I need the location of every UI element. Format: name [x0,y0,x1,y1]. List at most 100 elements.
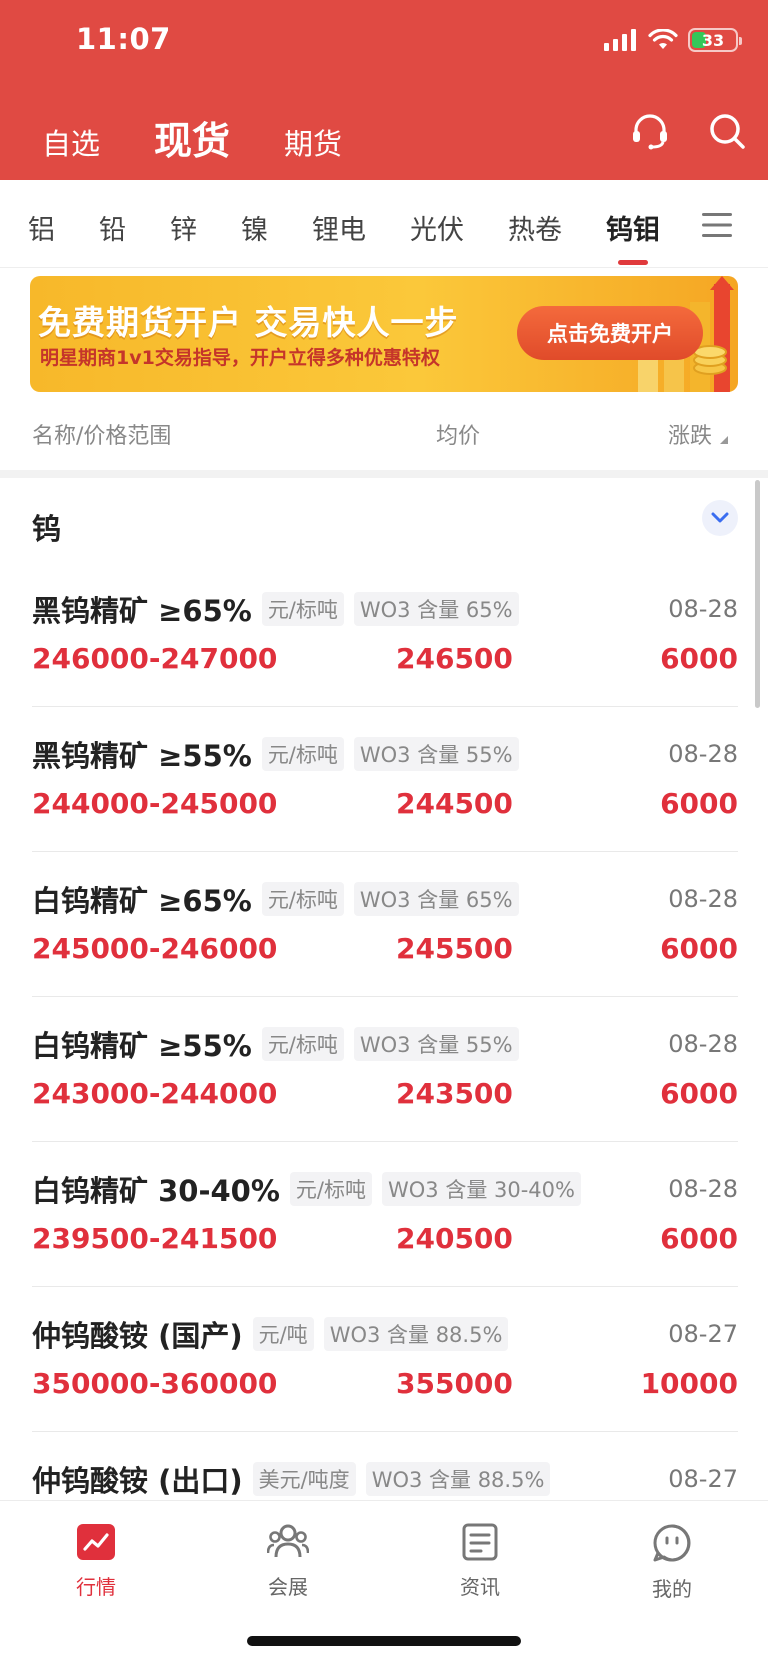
average-price: 245500 [396,932,513,965]
price-date: 08-27 [668,1465,738,1493]
wifi-icon [648,29,678,49]
nav-market[interactable]: 行情 [36,1523,156,1600]
list-item[interactable]: 黑钨精矿 ≥65% 元/标吨 WO3 含量 65% 08-28 246000-2… [0,562,768,707]
list-item[interactable]: 黑钨精矿 ≥55% 元/标吨 WO3 含量 55% 08-28 244000-2… [0,707,768,852]
collapse-button[interactable] [702,500,738,536]
column-average: 均价 [436,424,481,449]
product-name: 白钨精矿 30-40% [32,1174,280,1208]
nav-label: 我的 [652,1577,692,1601]
list-item[interactable]: 白钨精矿 ≥65% 元/标吨 WO3 含量 65% 08-28 245000-2… [0,852,768,997]
tab-spot[interactable]: 现货 [154,110,230,165]
unit-tag: 元/标吨 [261,592,344,626]
sort-icon[interactable] [720,436,728,444]
category-tab-zinc[interactable]: 锌 [170,208,197,247]
nav-label: 会展 [268,1575,308,1599]
product-name: 白钨精矿 ≥65% [32,884,252,918]
category-tab-lithium[interactable]: 锂电 [312,208,366,247]
category-tab-solar[interactable]: 光伏 [410,208,464,247]
menu-icon[interactable] [702,212,732,238]
battery-icon: 33 [688,28,742,52]
unit-tag: 元/标吨 [289,1172,372,1206]
market-type-tabs: 自选 现货 期货 [42,110,342,165]
price-list: 黑钨精矿 ≥65% 元/标吨 WO3 含量 65% 08-28 246000-2… [0,562,768,1577]
product-name: 黑钨精矿 ≥55% [32,739,252,773]
list-item[interactable]: 仲钨酸铵 (国产) 元/吨 WO3 含量 88.5% 08-27 350000-… [0,1287,768,1432]
spec-tag: WO3 含量 55% [353,1027,519,1061]
product-name: 白钨精矿 ≥55% [32,1029,252,1063]
product-name: 仲钨酸铵 (出口) [32,1464,243,1498]
price-range: 246000-247000 [32,642,278,675]
average-price: 355000 [396,1367,513,1400]
price-date: 08-28 [668,885,738,913]
price-range: 239500-241500 [32,1222,278,1255]
nav-news[interactable]: 资讯 [420,1523,540,1600]
banner-title: 免费期货开户 交易快人一步 [38,303,459,342]
spec-tag: WO3 含量 88.5% [365,1462,551,1496]
price-range: 244000-245000 [32,787,278,820]
nav-label: 行情 [76,1575,116,1599]
header-actions [630,112,746,150]
price-date: 08-28 [668,1175,738,1203]
nav-profile[interactable]: 我的 [612,1523,732,1602]
price-range: 245000-246000 [32,932,278,965]
category-tab-aluminum[interactable]: 铝 [28,208,55,247]
unit-tag: 元/吨 [252,1317,314,1351]
unit-tag: 元/标吨 [261,882,344,916]
open-account-button[interactable]: 点击免费开户 [517,306,703,360]
list-item[interactable]: 白钨精矿 30-40% 元/标吨 WO3 含量 30-40% 08-28 239… [0,1142,768,1287]
nav-exhibition[interactable]: 会展 [228,1523,348,1600]
category-tab-hot-rolled[interactable]: 热卷 [508,208,562,247]
chevron-down-icon [711,512,729,523]
battery-level: 33 [701,30,725,50]
average-price: 243500 [396,1077,513,1110]
price-change: 6000 [660,1077,738,1110]
price-change: 6000 [660,1222,738,1255]
category-tab-nickel[interactable]: 镍 [241,208,268,247]
product-name: 仲钨酸铵 (国产) [32,1319,243,1353]
average-price: 244500 [396,787,513,820]
home-indicator [247,1636,521,1646]
active-tab-indicator [618,260,648,265]
spec-tag: WO3 含量 30-40% [381,1172,581,1206]
unit-tag: 元/标吨 [261,1027,344,1061]
customer-service-icon[interactable] [630,112,670,150]
list-item[interactable]: 白钨精矿 ≥55% 元/标吨 WO3 含量 55% 08-28 243000-2… [0,997,768,1142]
average-price: 246500 [396,642,513,675]
category-tabs: 铝 铅 锌 镍 锂电 光伏 热卷 钨钼 [0,180,768,268]
banner-subtitle: 明星期商1v1交易指导，开户立得多种优惠特权 [40,347,440,369]
price-change: 6000 [660,642,738,675]
cellular-signal-icon [604,29,636,51]
header: 11:07 33 自选 现货 期货 [0,0,768,180]
chart-icon [77,1524,115,1560]
spec-tag: WO3 含量 55% [353,737,519,771]
people-icon [267,1524,309,1558]
spec-tag: WO3 含量 88.5% [323,1317,509,1351]
price-change: 10000 [640,1367,738,1400]
search-icon[interactable] [708,112,746,150]
price-range: 243000-244000 [32,1077,278,1110]
promo-banner[interactable]: 免费期货开户 交易快人一步 明星期商1v1交易指导，开户立得多种优惠特权 点击免… [30,276,738,392]
price-range: 350000-360000 [32,1367,278,1400]
price-date: 08-28 [668,740,738,768]
category-tab-tungsten-molybdenum[interactable]: 钨钼 [606,208,660,265]
price-date: 08-28 [668,1030,738,1058]
column-header: 名称/价格范围 均价 涨跌 [0,410,768,466]
spec-tag: WO3 含量 65% [353,592,519,626]
tab-watchlist[interactable]: 自选 [42,121,100,163]
status-time: 11:07 [76,22,171,56]
price-change: 6000 [660,932,738,965]
nav-label: 资讯 [460,1575,500,1599]
section-title: 钨 [32,512,62,546]
price-date: 08-28 [668,595,738,623]
spec-tag: WO3 含量 65% [353,882,519,916]
column-change-sort[interactable]: 涨跌 [668,418,712,450]
category-tab-lead[interactable]: 铅 [99,208,126,247]
column-name-range: 名称/价格范围 [32,424,172,449]
tab-futures[interactable]: 期货 [284,121,342,163]
profile-icon [653,1524,691,1562]
status-icons: 33 [604,28,742,52]
price-change: 6000 [660,787,738,820]
category-tab-label: 钨钼 [606,215,660,246]
unit-tag: 美元/吨度 [252,1462,356,1496]
price-date: 08-27 [668,1320,738,1348]
